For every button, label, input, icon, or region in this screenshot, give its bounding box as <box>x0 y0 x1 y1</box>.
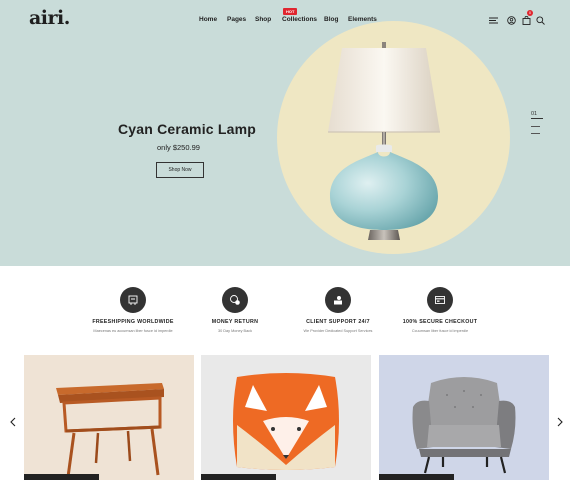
card-icon <box>427 287 453 313</box>
slide-dot-2[interactable] <box>531 126 540 127</box>
card-action-bar[interactable] <box>379 474 454 480</box>
feature-title: MONEY RETURN <box>211 319 259 325</box>
menu-icon[interactable] <box>487 14 499 26</box>
carousel-prev-icon[interactable] <box>8 417 18 427</box>
nav-pages[interactable]: Pages <box>227 16 246 23</box>
hero-slider: airi. Home Pages Shop Collections Blog E… <box>0 0 570 266</box>
logo[interactable]: airi. <box>29 7 70 29</box>
shop-now-button[interactable]: Shop Now <box>156 162 204 178</box>
feature-item: 100% SECURE CHECKOUT Ccuumsan liber fusc… <box>380 287 500 333</box>
product-card-fox-pillow[interactable] <box>201 355 371 480</box>
search-icon[interactable] <box>534 14 546 26</box>
cart-count-badge: 0 <box>527 10 533 16</box>
carousel-next-icon[interactable] <box>555 417 565 427</box>
slide-dot-3[interactable] <box>531 133 540 134</box>
nav-home[interactable]: Home <box>199 16 217 23</box>
user-icon[interactable] <box>505 14 517 26</box>
slide-number: 01 <box>531 111 538 117</box>
nav-blog[interactable]: Blog <box>324 16 338 23</box>
features-strip: FREESHIPPING WORLDWIDE Maecenas eu accum… <box>0 266 570 354</box>
product-card-armchair[interactable] <box>379 355 549 480</box>
slide-dot-1[interactable] <box>531 118 543 119</box>
support-icon <box>325 287 351 313</box>
feature-subtitle: Ccuumsan liber fusce id imperdie <box>411 329 469 333</box>
nav-collections[interactable]: Collections <box>282 16 317 23</box>
feature-subtitle: 30 Day Money Back <box>218 329 252 333</box>
feature-title: 100% SECURE CHECKOUT <box>402 319 478 325</box>
armchair-image <box>412 377 516 474</box>
nav-shop[interactable]: Shop <box>255 16 271 23</box>
side-table-image <box>56 383 164 478</box>
card-action-bar[interactable] <box>201 474 276 480</box>
money-back-icon <box>222 287 248 313</box>
hero-title: Cyan Ceramic Lamp <box>118 121 257 137</box>
card-action-bar[interactable] <box>24 474 99 480</box>
product-card-side-table[interactable] <box>24 355 194 480</box>
feature-item: MONEY RETURN 30 Day Money Back <box>175 287 295 333</box>
hot-badge: HOT <box>283 8 298 15</box>
fox-pillow-image <box>233 373 339 470</box>
page: airi. Home Pages Shop Collections Blog E… <box>0 0 570 480</box>
truck-icon <box>120 287 146 313</box>
ceramic-lamp-image <box>328 42 440 240</box>
hero-price: only $250.99 <box>157 143 200 152</box>
